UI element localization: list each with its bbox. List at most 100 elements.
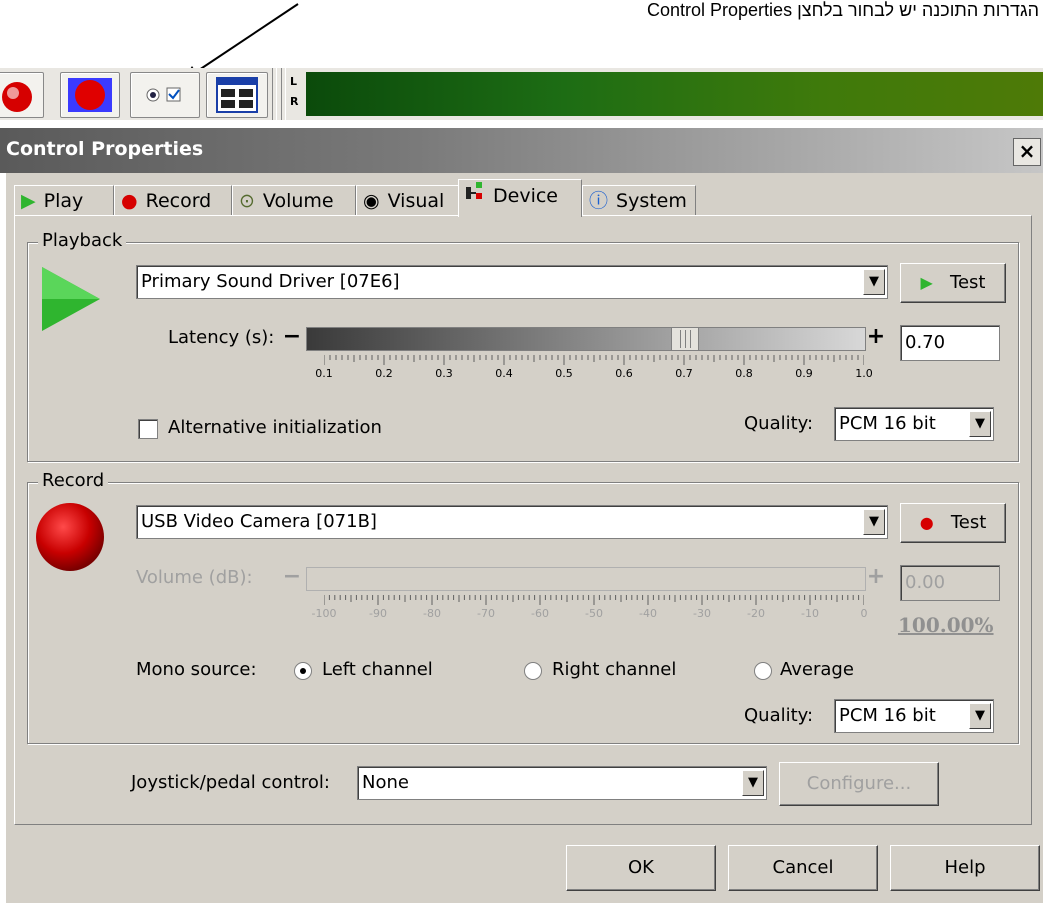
tab-record-label: Record <box>145 190 212 212</box>
stop-icon <box>2 82 32 112</box>
latency-slider-track[interactable] <box>306 327 866 351</box>
dialog-titlebar: Control Properties × <box>0 128 1043 173</box>
tab-volume-label: Volume <box>262 190 334 212</box>
close-button[interactable]: × <box>1013 138 1041 166</box>
tick-label: 0.5 <box>555 367 573 380</box>
device-tab-panel: Playback Primary Sound Driver [07E6] ▼ ▶… <box>14 215 1032 825</box>
tab-play[interactable]: ▶ Play <box>14 185 114 215</box>
playback-quality-label: Quality: <box>744 413 814 434</box>
record-test-button[interactable]: ● Test <box>900 503 1006 543</box>
volume-icon: ⊙ <box>239 190 255 212</box>
play-icon: ▶ <box>920 273 933 292</box>
mono-left-channel-label: Left channel <box>322 659 433 680</box>
alternative-initialization-label: Alternative initialization <box>168 417 382 438</box>
mono-left-channel-radio[interactable] <box>294 662 312 680</box>
toolbar-button-record[interactable] <box>60 72 120 118</box>
playback-device-select[interactable]: Primary Sound Driver [07E6] ▼ <box>136 265 888 299</box>
play-icon: ▶ <box>21 190 36 212</box>
volume-increase-button: + <box>866 564 886 589</box>
tick-label: 0.9 <box>795 367 813 380</box>
tick-label: 0.2 <box>375 367 393 380</box>
mono-right-channel-radio[interactable] <box>524 662 542 680</box>
joystick-value: None <box>362 772 409 793</box>
tick-label: 0.1 <box>315 367 333 380</box>
volume-slider-track <box>306 567 866 591</box>
tab-volume[interactable]: ⊙ Volume <box>232 185 356 215</box>
playback-quality-select[interactable]: PCM 16 bit ▼ <box>834 407 994 441</box>
cancel-button[interactable]: Cancel <box>728 845 878 891</box>
volume-decrease-button: − <box>282 564 302 589</box>
ok-button[interactable]: OK <box>566 845 716 891</box>
tick-label: -40 <box>639 607 657 620</box>
configure-button: Configure... <box>779 762 939 806</box>
chevron-down-icon[interactable]: ▼ <box>969 703 991 729</box>
volume-ticks <box>324 595 864 605</box>
tick-label: 0.8 <box>735 367 753 380</box>
help-button[interactable]: Help <box>890 845 1040 891</box>
record-group-label: Record <box>38 470 109 491</box>
eye-icon: ◉ <box>363 190 380 212</box>
record-group: Record USB Video Camera [071B] ▼ ● Test … <box>27 470 1019 744</box>
playback-quality-value: PCM 16 bit <box>839 413 936 434</box>
tick-label: 0.7 <box>675 367 693 380</box>
annotation-text: הגדרות התוכנה יש לבחור בלחצן Control Pro… <box>647 0 1039 20</box>
playback-group-label: Playback <box>38 230 127 251</box>
latency-increase-button[interactable]: + <box>866 326 886 350</box>
volume-percent: 100.00% <box>898 613 994 637</box>
record-icon: ● <box>121 190 138 212</box>
tab-visual[interactable]: ◉ Visual <box>356 185 460 215</box>
mono-average-label: Average <box>780 659 854 680</box>
dialog-title: Control Properties <box>6 138 204 160</box>
tick-label: -80 <box>423 607 441 620</box>
playback-test-label: Test <box>950 272 986 293</box>
tick-label: 0.3 <box>435 367 453 380</box>
chevron-down-icon[interactable]: ▼ <box>742 770 764 796</box>
toolbar-button-window[interactable] <box>206 72 268 118</box>
toolbar-button-stop[interactable] <box>0 72 44 118</box>
playback-test-button[interactable]: ▶ Test <box>900 263 1006 303</box>
tick-label: -10 <box>801 607 819 620</box>
meter-right-label: R <box>290 95 299 108</box>
tab-record[interactable]: ● Record <box>114 185 232 215</box>
record-quality-select[interactable]: PCM 16 bit ▼ <box>834 699 994 733</box>
tab-visual-label: Visual <box>387 190 445 212</box>
latency-ticks <box>324 355 864 365</box>
record-test-label: Test <box>950 512 987 533</box>
chevron-down-icon[interactable]: ▼ <box>969 411 991 437</box>
mono-right-channel-label: Right channel <box>552 659 677 680</box>
latency-label: Latency (s): <box>168 327 275 348</box>
playback-device-value: Primary Sound Driver [07E6] <box>141 271 400 292</box>
device-icon <box>465 180 485 211</box>
record-device-value: USB Video Camera [071B] <box>141 511 377 532</box>
toolbar-button-control-properties[interactable] <box>130 72 200 118</box>
record-device-select[interactable]: USB Video Camera [071B] ▼ <box>136 505 888 539</box>
tab-system[interactable]: ⓘ System <box>582 185 696 215</box>
playback-play-icon <box>42 267 100 331</box>
record-red-ball-icon <box>36 503 104 571</box>
tab-system-label: System <box>616 190 687 212</box>
tick-label: -90 <box>369 607 387 620</box>
meter-channel-labels: L R <box>290 72 304 116</box>
record-icon <box>68 78 112 112</box>
control-properties-dialog: ▶ Play ● Record ⊙ Volume ◉ Visual Device ⓘ Sy… <box>6 173 1043 903</box>
mono-average-radio[interactable] <box>754 662 772 680</box>
chevron-down-icon[interactable]: ▼ <box>863 269 885 295</box>
tab-play-label: Play <box>43 190 84 212</box>
control-properties-icon <box>146 87 181 102</box>
tab-device[interactable]: Device <box>458 179 582 217</box>
record-quality-value: PCM 16 bit <box>839 705 936 726</box>
tick-label: -70 <box>477 607 495 620</box>
alternative-initialization-checkbox[interactable] <box>138 419 158 439</box>
latency-value-input[interactable]: 0.70 <box>900 325 1000 361</box>
volume-label: Volume (dB): <box>136 567 253 588</box>
main-toolbar: L R <box>0 68 1043 120</box>
tick-label: 0.4 <box>495 367 513 380</box>
joystick-select[interactable]: None ▼ <box>357 766 767 800</box>
tab-device-label: Device <box>493 185 558 207</box>
mono-source-label: Mono source: <box>136 659 257 680</box>
record-icon: ● <box>919 513 934 532</box>
joystick-label: Joystick/pedal control: <box>131 772 330 793</box>
latency-decrease-button[interactable]: − <box>282 326 302 350</box>
latency-slider-thumb[interactable] <box>671 327 699 351</box>
chevron-down-icon[interactable]: ▼ <box>863 509 885 535</box>
